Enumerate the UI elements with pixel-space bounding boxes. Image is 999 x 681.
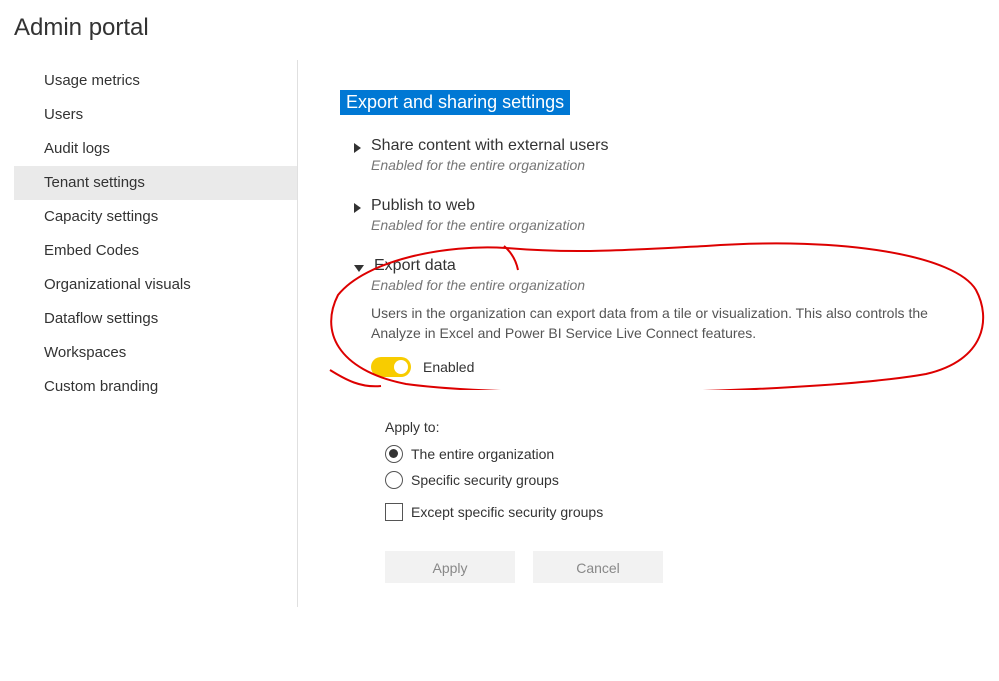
sidebar-item-dataflow-settings[interactable]: Dataflow settings: [14, 302, 297, 336]
setting-export-data-header[interactable]: Export data: [354, 257, 969, 275]
radio-specific-security-groups[interactable]: Specific security groups: [385, 471, 969, 489]
sidebar-item-workspaces[interactable]: Workspaces: [14, 336, 297, 370]
radio-label: Specific security groups: [411, 472, 559, 488]
toggle-label: Enabled: [423, 359, 474, 375]
radio-icon: [385, 445, 403, 463]
setting-export-data: Export data Enabled for the entire organ…: [340, 257, 969, 583]
checkbox-icon: [385, 503, 403, 521]
setting-title: Publish to web: [371, 197, 475, 215]
cancel-button[interactable]: Cancel: [533, 551, 663, 583]
enabled-toggle[interactable]: [371, 357, 411, 377]
radio-icon: [385, 471, 403, 489]
sidebar-item-tenant-settings[interactable]: Tenant settings: [14, 166, 297, 200]
sidebar-item-capacity-settings[interactable]: Capacity settings: [14, 200, 297, 234]
sidebar-item-embed-codes[interactable]: Embed Codes: [14, 234, 297, 268]
setting-description: Users in the organization can export dat…: [371, 303, 969, 343]
radio-entire-organization[interactable]: The entire organization: [385, 445, 969, 463]
setting-status: Enabled for the entire organization: [371, 217, 969, 233]
sidebar-item-audit-logs[interactable]: Audit logs: [14, 132, 297, 166]
radio-label: The entire organization: [411, 446, 554, 462]
toggle-knob-icon: [394, 360, 408, 374]
sidebar-item-usage-metrics[interactable]: Usage metrics: [14, 64, 297, 98]
section-heading: Export and sharing settings: [340, 90, 570, 115]
setting-status: Enabled for the entire organization: [371, 157, 969, 173]
checkbox-except-specific-groups[interactable]: Except specific security groups: [385, 503, 969, 521]
sidebar-item-custom-branding[interactable]: Custom branding: [14, 370, 297, 404]
chevron-right-icon: [354, 203, 361, 213]
checkbox-label: Except specific security groups: [411, 504, 603, 520]
setting-title: Share content with external users: [371, 137, 608, 155]
page-title: Admin portal: [14, 14, 999, 42]
setting-publish-web[interactable]: Publish to web Enabled for the entire or…: [340, 197, 969, 233]
main-content: Export and sharing settings Share conten…: [298, 60, 999, 607]
sidebar-item-users[interactable]: Users: [14, 98, 297, 132]
sidebar-item-organizational-visuals[interactable]: Organizational visuals: [14, 268, 297, 302]
setting-status: Enabled for the entire organization: [371, 277, 969, 293]
apply-button[interactable]: Apply: [385, 551, 515, 583]
apply-to-label: Apply to:: [385, 419, 969, 435]
setting-share-external[interactable]: Share content with external users Enable…: [340, 137, 969, 173]
chevron-down-icon: [354, 265, 364, 272]
chevron-right-icon: [354, 143, 361, 153]
sidebar-nav: Usage metrics Users Audit logs Tenant se…: [14, 60, 298, 607]
setting-title: Export data: [374, 257, 456, 275]
